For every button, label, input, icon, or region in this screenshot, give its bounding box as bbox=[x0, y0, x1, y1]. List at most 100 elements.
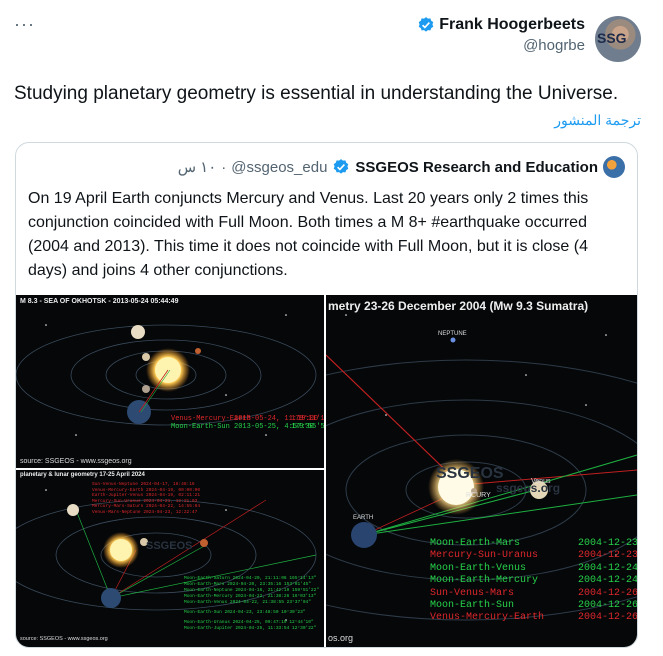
author-avatar[interactable]: SSG bbox=[595, 16, 641, 62]
img2-line-6-date: 2004-12-26 bbox=[578, 600, 637, 612]
media-title-2024: planetary & lunar geometry 17-25 April 2… bbox=[20, 472, 145, 478]
img3-bottom-line-3-date: 2024-04-16, 21:42:19 bbox=[235, 588, 290, 593]
img3-bottom-line-5-label: Moon-Earth-Venus bbox=[184, 600, 228, 605]
tweet-text: Studying planetary geometry is essential… bbox=[14, 83, 619, 104]
img3-bottom-line-6-value: 10°30'23" bbox=[281, 610, 306, 615]
avatar-text: SSG bbox=[597, 30, 627, 46]
media-source-2004: os.org bbox=[328, 633, 354, 643]
img1-line-1-value: 179°11'12" bbox=[291, 415, 324, 423]
img3-bottom-legend: Moon-Earth-Saturn 2024-04-20, 21:11:06 1… bbox=[184, 576, 319, 632]
media-title-2013: M 8.3 - SEA OF OKHOTSK - 2013-05-24 05:4… bbox=[20, 298, 179, 305]
img3-top-line-5-date: 2024-04-22, 14:55:04 bbox=[146, 504, 201, 509]
img2-line-7: Venus-Mercury-Earth bbox=[430, 612, 544, 624]
img1-line-2-label: Moon-Earth-Sun bbox=[171, 423, 230, 431]
img3-bottom-line-8-value: 12°30'22" bbox=[292, 626, 317, 631]
author-name[interactable]: Frank Hoogerbeets bbox=[439, 16, 585, 34]
watermark-ssgeos: SSGEOS bbox=[436, 465, 504, 482]
media-image-2013[interactable]: M 8.3 - SEA OF OKHOTSK - 2013-05-24 05:4… bbox=[16, 295, 324, 468]
img2-line-7-date: 2004-12-26 bbox=[578, 612, 637, 624]
img3-top-line-2-label: Venus-Mercury-Earth bbox=[92, 487, 144, 493]
img3-top-line-4-label: Mercury-Sun-Uranus bbox=[92, 498, 141, 504]
img2-line-6: Moon-Earth-Sun bbox=[430, 600, 544, 612]
quoted-tweet-avatar bbox=[603, 156, 625, 178]
verified-badge-icon bbox=[418, 17, 434, 32]
img3-top-line: Venus-Mars-Neptune 2024-04-23, 12:22:47 bbox=[92, 510, 200, 516]
img3-bottom-line-7-date: 2024-04-25, 09:47:19 bbox=[232, 620, 287, 625]
img3-top-line-5-label: Mercury-Mars-Saturn bbox=[92, 504, 144, 509]
media-image-2024[interactable]: planetary & lunar geometry 17-25 April 2… bbox=[16, 470, 324, 647]
quoted-tweet-header: ١٠ س · @ssgeos_edu SSGEOS Research and E… bbox=[178, 156, 625, 178]
quoted-tweet-separator: · bbox=[221, 158, 227, 176]
img3-bottom-line-2-value: 153°01'45" bbox=[283, 582, 311, 587]
media-image-2004[interactable]: metry 23-26 December 2004 (Mw 9.3 Sumatr… bbox=[326, 295, 637, 647]
media-title-2004: metry 23-26 December 2004 (Mw 9.3 Sumatr… bbox=[328, 299, 589, 313]
img2-line-5: Sun-Venus-Mars bbox=[430, 588, 544, 600]
img3-bottom-line-7-label: Moon-Earth-Uranus bbox=[184, 620, 230, 625]
label-neptune: NEPTUNE bbox=[438, 331, 467, 337]
img2-line-2-date: 2004-12-23 bbox=[578, 550, 637, 562]
watermark-ssgeos-org: ssgeos.org bbox=[496, 481, 561, 495]
img2-line-1-date: 2004-12-23 bbox=[578, 538, 637, 549]
img2-line-7-label: Venus-Mercury-Earth bbox=[430, 612, 545, 624]
img2-line-4: Moon-Earth-Mercury bbox=[430, 575, 544, 587]
img3-top-line-1-date: 2024-04-17, 18:48:16 bbox=[140, 482, 195, 487]
img2-legend-dates: 2004-12-23 2004-12-23 2004-12-24 2004-12… bbox=[578, 538, 637, 625]
img2-line-1: Moon-Earth-Mars bbox=[430, 538, 544, 550]
img2-line-4-label: Moon-Earth-Mercury bbox=[430, 575, 539, 587]
watermark-2024: SSGEOS bbox=[146, 540, 193, 552]
img3-bottom-line-2-date: 2024-04-20, 23:35:16 bbox=[227, 582, 282, 587]
img3-bottom-line: Moon-Earth-Venus 2024-04-22, 21:38:55 23… bbox=[184, 600, 319, 606]
img3-top-legend: Sun-Venus-Neptune 2024-04-17, 18:48:16 V… bbox=[92, 482, 200, 515]
img3-bottom-line-8-date: 2024-04-25, 11:33:54 bbox=[235, 626, 290, 631]
img3-bottom-line-4-date: 2024-04-22, 21:38:26 bbox=[235, 594, 290, 599]
tweet-author[interactable]: Frank Hoogerbeets @hogrbe SSG bbox=[417, 16, 641, 62]
media-source-2013: source: SSGEOS - www.ssgeos.org bbox=[20, 458, 132, 465]
img3-bottom-line-1-label: Moon-Earth-Saturn bbox=[184, 576, 230, 581]
img3-top-line-3-date: 2024-04-19, 02:11:21 bbox=[146, 493, 201, 498]
img3-bottom-line-4-label: Moon-Earth-Mercury bbox=[184, 594, 233, 599]
img3-top-line-2-date: 2024-04-19, 00:00:00 bbox=[146, 487, 201, 493]
img2-line-3-date: 2004-12-24 bbox=[578, 562, 637, 574]
img3-bottom-line: Moon-Earth-Sun 2024-04-23, 23:48:50 10°3… bbox=[184, 610, 319, 616]
img3-bottom-line-1-date: 2024-04-20, 21:11:06 bbox=[232, 576, 287, 581]
author-handle[interactable]: @hogrbe bbox=[417, 37, 585, 54]
img3-top-line-4-date: 2024-04-21, 12:21:03 bbox=[143, 498, 198, 504]
label-earth: EARTH bbox=[353, 515, 374, 521]
translate-post-link[interactable]: ترجمة المنشور bbox=[554, 112, 641, 129]
quoted-tweet[interactable]: ١٠ س · @ssgeos_edu SSGEOS Research and E… bbox=[15, 142, 638, 648]
img2-line-2: Mercury-Sun-Uranus bbox=[430, 550, 544, 562]
quoted-tweet-text: On 19 April Earth conjuncts Mercury and … bbox=[28, 190, 589, 279]
quoted-verified-badge-icon bbox=[334, 159, 349, 174]
img2-line-6-label: Moon-Earth-Sun bbox=[430, 600, 515, 612]
img2-line-5-date: 2004-12-26 bbox=[578, 587, 637, 599]
img2-line-3-label: Moon-Earth-Venus bbox=[430, 562, 527, 574]
img3-bottom-line-5-date: 2024-04-22, 21:38:55 bbox=[229, 600, 284, 605]
img3-bottom-line-6-label: Moon-Earth-Sun bbox=[184, 610, 222, 615]
solar-system-2013-graphic bbox=[16, 314, 317, 436]
img3-bottom-line-8-label: Moon-Earth-Jupiter bbox=[184, 626, 233, 631]
img2-legend: Moon-Earth-Mars Mercury-Sun-Uranus Moon-… bbox=[430, 538, 544, 625]
img2-line-5-label: Sun-Venus-Mars bbox=[430, 587, 515, 599]
quoted-tweet-name: SSGEOS Research and Education bbox=[355, 158, 598, 176]
img2-line-4-date: 2004-12-24 bbox=[578, 575, 637, 587]
more-options-icon[interactable]: ··· bbox=[14, 14, 35, 35]
img3-bottom-line-3-label: Moon-Earth-Neptune bbox=[184, 588, 233, 593]
img3-bottom-line-6-date: 2024-04-23, 23:48:50 bbox=[224, 610, 279, 615]
img3-top-line-3-label: Earth-Jupiter-Venus bbox=[92, 493, 144, 498]
img2-line-2-label: Mercury-Sun-Uranus bbox=[430, 550, 539, 562]
quoted-tweet-time[interactable]: ١٠ س bbox=[178, 158, 217, 176]
img3-top-line-6-label: Venus-Mars-Neptune bbox=[92, 509, 141, 515]
img2-line-3: Moon-Earth-Venus bbox=[430, 563, 544, 575]
img3-bottom-line-3-value: 159°51'22" bbox=[292, 588, 320, 593]
media-source-2024: source: SSGEOS - www.ssgeos.org bbox=[20, 636, 108, 642]
quoted-tweet-handle: @ssgeos_edu bbox=[231, 158, 328, 176]
img3-bottom-line-4-value: 16°03'13" bbox=[292, 594, 317, 599]
img1-line-2-value: 179°55'59" bbox=[291, 423, 324, 431]
label-mercury: RCURY bbox=[466, 492, 491, 499]
img3-bottom-line-1-value: 165°14'13" bbox=[289, 576, 317, 581]
img3-bottom-line-5-value: 23°37'04" bbox=[286, 600, 311, 605]
quoted-media-grid: M 8.3 - SEA OF OKHOTSK - 2013-05-24 05:4… bbox=[16, 295, 637, 647]
img3-top-line-6-date: 2024-04-23, 12:22:47 bbox=[143, 509, 198, 515]
img3-bottom-line-2-label: Moon-Earth-Mars bbox=[184, 582, 225, 587]
img3-top-line-1-label: Sun-Venus-Neptune bbox=[92, 482, 138, 487]
